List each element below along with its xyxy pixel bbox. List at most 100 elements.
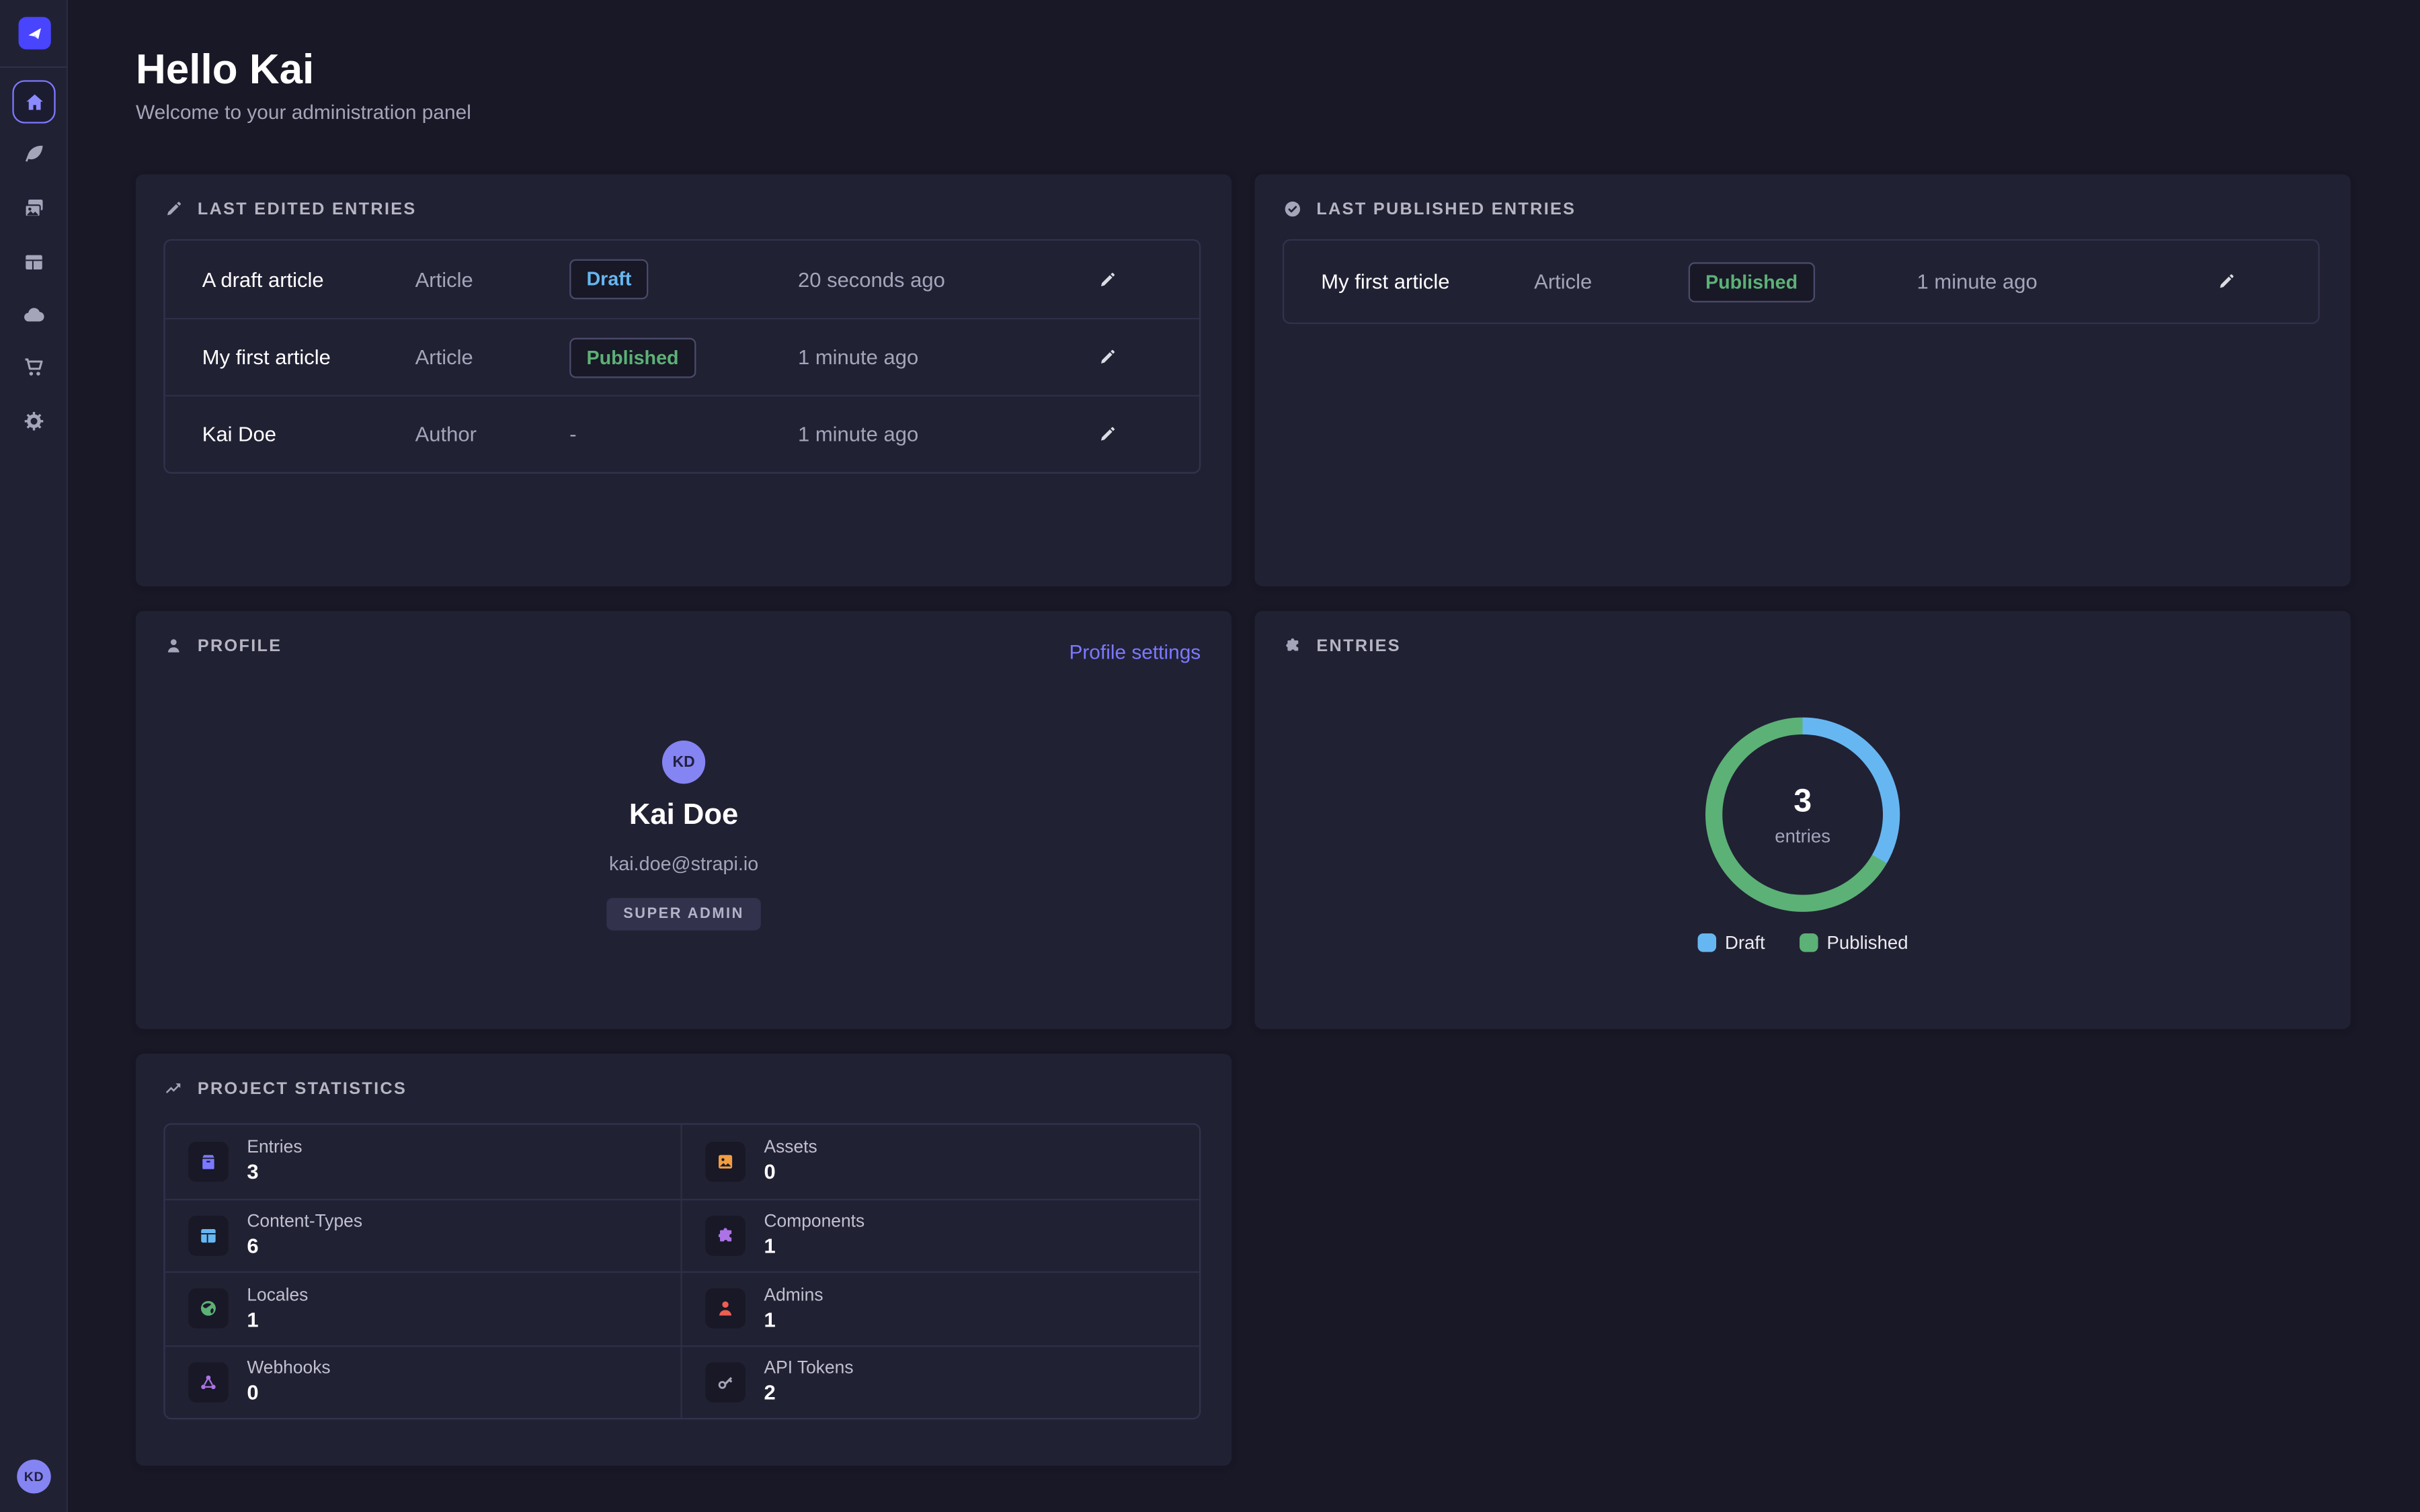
main-sidebar: KD: [0, 0, 68, 1512]
stat-label: API Tokens: [764, 1359, 853, 1378]
donut-unit: entries: [1775, 825, 1830, 846]
entry-status: Draft: [569, 259, 798, 300]
box-icon: [188, 1141, 229, 1181]
status-badge: Published: [1689, 261, 1815, 302]
stat-value: 1: [764, 1308, 823, 1331]
sidebar-item-deploy[interactable]: [12, 293, 55, 336]
sidebar-item-marketplace[interactable]: [12, 345, 55, 388]
puzzle-icon: [1283, 636, 1303, 656]
legend-label: Published: [1827, 932, 1908, 954]
marketplace-cart-icon: [22, 355, 46, 380]
stat-label: Locales: [247, 1286, 308, 1305]
legend-item-published: Published: [1799, 932, 1908, 954]
sidebar-item-home[interactable]: [12, 80, 55, 123]
stat-value: 2: [764, 1381, 853, 1404]
stat-value: 6: [247, 1234, 362, 1257]
card-title: ENTRIES: [1316, 636, 1401, 655]
puzzle-icon: [705, 1216, 745, 1256]
status-badge: Published: [569, 337, 696, 378]
picture-icon: [705, 1141, 745, 1181]
profile-name: Kai Doe: [629, 799, 738, 833]
stat-entries: Entries 3: [165, 1125, 682, 1198]
edit-entry-button[interactable]: [1091, 418, 1123, 450]
sidebar-item-content-type-builder[interactable]: [12, 241, 55, 284]
profile-email: kai.doe@strapi.io: [609, 853, 758, 875]
stat-components: Components 1: [682, 1198, 1199, 1271]
project-statistics-card: PROJECT STATISTICS Entries3 Assets0 Cont…: [136, 1054, 1232, 1466]
edit-entry-button[interactable]: [1091, 341, 1123, 373]
entry-type: Article: [415, 345, 570, 368]
stat-value: 1: [764, 1234, 864, 1257]
edit-entry-button[interactable]: [2210, 265, 2243, 298]
donut-center-label: 3 entries: [1705, 718, 1900, 912]
globe-icon: [188, 1289, 229, 1329]
last-published-table: My first article Article Published 1 min…: [1283, 239, 2320, 324]
media-library-icon: [22, 196, 46, 221]
stat-content-types: Content-Types6: [165, 1198, 682, 1271]
entry-name: A draft article: [202, 267, 415, 290]
entries-donut: 3 entries: [1705, 718, 1900, 912]
check-circle-icon: [1283, 199, 1303, 219]
edit-entry-button[interactable]: [1091, 263, 1123, 295]
entry-status: Published: [1689, 261, 1917, 302]
table-row: My first article Article Published 1 min…: [1284, 241, 2318, 323]
content-type-builder-icon: [22, 250, 46, 275]
profile-settings-link[interactable]: Profile settings: [1069, 640, 1201, 663]
stat-label: Entries: [247, 1139, 302, 1158]
legend-swatch-draft: [1697, 933, 1716, 952]
user-icon: [705, 1289, 745, 1329]
entries-chart-card: ENTRIES 3 entries Draft Published: [1255, 611, 2351, 1029]
profile-card: PROFILE Profile settings KD Kai Doe kai.…: [136, 611, 1232, 1029]
entry-status: Published: [569, 337, 798, 378]
card-header: LAST EDITED ENTRIES: [163, 199, 416, 219]
status-text: -: [569, 422, 576, 445]
page-subtitle: Welcome to your administration panel: [136, 100, 471, 123]
content-manager-icon: [22, 142, 46, 167]
last-edited-table: A draft article Article Draft 20 seconds…: [163, 239, 1201, 474]
person-icon: [163, 636, 184, 656]
entry-time: 1 minute ago: [1917, 270, 2210, 293]
trending-up-icon: [163, 1079, 184, 1099]
pencil-icon: [1097, 347, 1117, 368]
entry-name: My first article: [202, 345, 415, 368]
pencil-icon: [2216, 271, 2236, 292]
card-header: ENTRIES: [1283, 636, 1401, 656]
entry-time: 20 seconds ago: [798, 267, 1091, 290]
webhook-icon: [188, 1362, 229, 1402]
status-badge: Draft: [569, 259, 648, 300]
table-row: My first article Article Published 1 min…: [165, 318, 1199, 395]
settings-gear-icon: [22, 409, 46, 433]
sidebar-item-media-library[interactable]: [12, 187, 55, 230]
card-title: LAST PUBLISHED ENTRIES: [1316, 200, 1576, 218]
table-row: A draft article Article Draft 20 seconds…: [165, 241, 1199, 318]
strapi-logo-icon[interactable]: [19, 17, 51, 49]
deploy-cloud-icon: [22, 302, 46, 327]
entry-name: My first article: [1321, 270, 1534, 293]
user-avatar[interactable]: KD: [17, 1460, 51, 1494]
key-icon: [705, 1362, 745, 1402]
page-title: Hello Kai: [136, 46, 314, 94]
entry-name: Kai Doe: [202, 423, 415, 446]
stat-value: 0: [764, 1161, 817, 1183]
stat-assets: Assets0: [682, 1125, 1199, 1198]
role-badge: SUPER ADMIN: [606, 898, 761, 930]
card-header: PROFILE: [163, 636, 282, 656]
stat-label: Components: [764, 1213, 864, 1232]
sidebar-item-content-manager[interactable]: [12, 132, 55, 175]
card-title: PROFILE: [198, 636, 282, 655]
entry-type: Author: [415, 423, 570, 446]
table-row: Kai Doe Author - 1 minute ago: [165, 395, 1199, 472]
stat-value: 1: [247, 1308, 308, 1331]
stats-table: Entries 3 Assets0 Content-Types6 Componen…: [163, 1123, 1201, 1419]
profile-summary: KD Kai Doe kai.doe@strapi.io SUPER ADMIN: [136, 741, 1232, 930]
last-edited-entries-card: LAST EDITED ENTRIES A draft article Arti…: [136, 174, 1232, 586]
entry-type: Article: [1534, 270, 1689, 293]
stat-webhooks: Webhooks0: [165, 1345, 682, 1418]
last-published-entries-card: LAST PUBLISHED ENTRIES My first article …: [1255, 174, 2351, 586]
sidebar-item-settings[interactable]: [12, 400, 55, 443]
pencil-icon: [1097, 424, 1117, 444]
stat-locales: Locales 1: [165, 1271, 682, 1345]
stat-value: 0: [247, 1381, 330, 1404]
stat-value: 3: [247, 1161, 302, 1183]
legend-item-draft: Draft: [1697, 932, 1765, 954]
